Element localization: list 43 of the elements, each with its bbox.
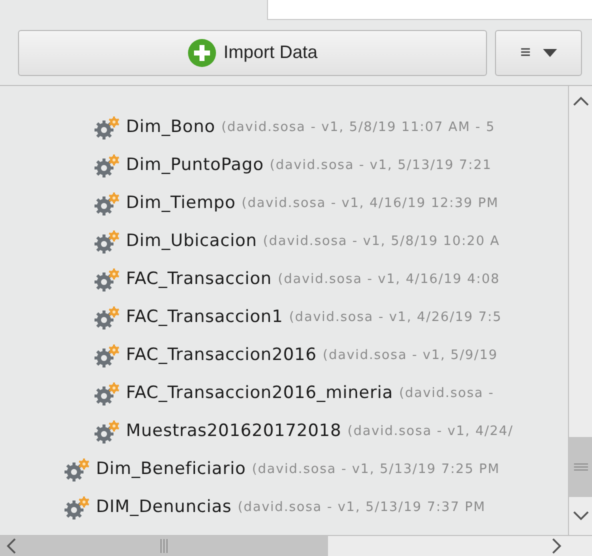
horizontal-scrollbar[interactable]: [0, 535, 592, 556]
scrollbar-thumb[interactable]: [0, 536, 328, 556]
dataset-name[interactable]: Dim_Beneficiario: [96, 457, 246, 483]
gear-icon: [64, 496, 90, 520]
dataset-details: (david.sosa -: [399, 385, 494, 404]
gear-icon: [94, 116, 120, 140]
import-data-button[interactable]: Import Data: [18, 30, 487, 76]
gear-icon: [94, 154, 120, 178]
scrollbar-thumb[interactable]: [568, 437, 592, 497]
dataset-details: (david.sosa - v1, 5/13/19 7:37 PM: [238, 499, 486, 518]
dataset-name[interactable]: Dim_Tiempo: [126, 191, 236, 217]
dataset-details: (david.sosa - v1, 4/16/19 12:39 PM: [242, 195, 499, 214]
dataset-name[interactable]: FAC_Transaccion2016: [126, 343, 317, 369]
gear-icon: [94, 192, 120, 216]
dataset-name[interactable]: Muestras201620172018: [126, 419, 342, 445]
dataset-details: (david.sosa - v1, 4/24/: [347, 423, 514, 442]
dataset-details: (david.sosa - v1, 4/26/19 7:5: [289, 309, 502, 328]
gear-icon: [94, 382, 120, 406]
dataset-name[interactable]: DIM_Denuncias: [96, 495, 232, 521]
vertical-scrollbar[interactable]: [568, 86, 592, 535]
dataset-name[interactable]: FAC_Transaccion2016_mineria: [126, 381, 394, 407]
dataset-name[interactable]: Dim_PuntoPago: [126, 153, 264, 179]
gear-icon: [94, 306, 120, 330]
dataset-details: (david.sosa - v1, 5/9/19: [322, 347, 498, 366]
dataset-name[interactable]: Dim_Ubicacion: [126, 229, 258, 255]
dataset-details: (david.sosa - v1, 4/16/19 4:08: [278, 271, 500, 290]
caret-icon: [542, 48, 557, 56]
dataset-details: (david.sosa - v1, 5/13/19 7:25 PM: [252, 461, 500, 480]
gear-icon: [94, 268, 120, 292]
plus-icon: [187, 38, 218, 68]
dataset-details: (david.sosa - v1, 5/8/19 11:07 AM - 5: [221, 119, 496, 138]
gear-icon: [94, 230, 120, 254]
dataset-name[interactable]: Dim_Bono: [126, 115, 216, 141]
gear-icon: [94, 344, 120, 368]
grip-icon: [574, 463, 588, 471]
dataset-details: (david.sosa - v1, 5/8/19 10:20 A: [263, 233, 500, 252]
gear-icon: [64, 458, 90, 482]
gear-icon: [94, 420, 120, 444]
dataset-name[interactable]: FAC_Transaccion: [126, 267, 272, 293]
grip-icon: [160, 539, 168, 553]
dataset-name[interactable]: FAC_Transaccion1: [126, 305, 284, 331]
menu-button[interactable]: ≡: [495, 30, 582, 76]
dataset-details: (david.sosa - v1, 5/13/19 7:21: [270, 157, 492, 176]
